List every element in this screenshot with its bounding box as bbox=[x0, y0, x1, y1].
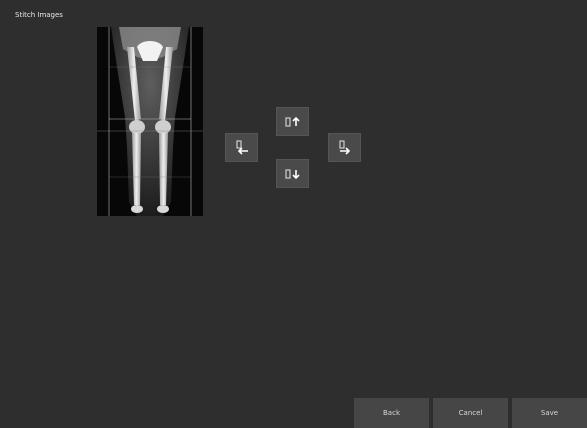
move-right-icon bbox=[337, 140, 353, 156]
move-left-button[interactable] bbox=[225, 133, 258, 162]
cancel-button[interactable]: Cancel bbox=[433, 398, 508, 428]
move-up-icon bbox=[284, 116, 302, 128]
back-button[interactable]: Back bbox=[354, 398, 429, 428]
window-title: Stitch Images bbox=[15, 11, 63, 19]
move-down-icon bbox=[284, 168, 302, 180]
leg-xray-image[interactable] bbox=[97, 27, 203, 216]
save-button[interactable]: Save bbox=[512, 398, 587, 428]
move-down-button[interactable] bbox=[276, 159, 309, 188]
move-left-icon bbox=[234, 140, 250, 156]
move-right-button[interactable] bbox=[328, 133, 361, 162]
stitch-images-window: Stitch Images Back Cancel Save bbox=[5, 7, 587, 428]
move-up-button[interactable] bbox=[276, 107, 309, 136]
